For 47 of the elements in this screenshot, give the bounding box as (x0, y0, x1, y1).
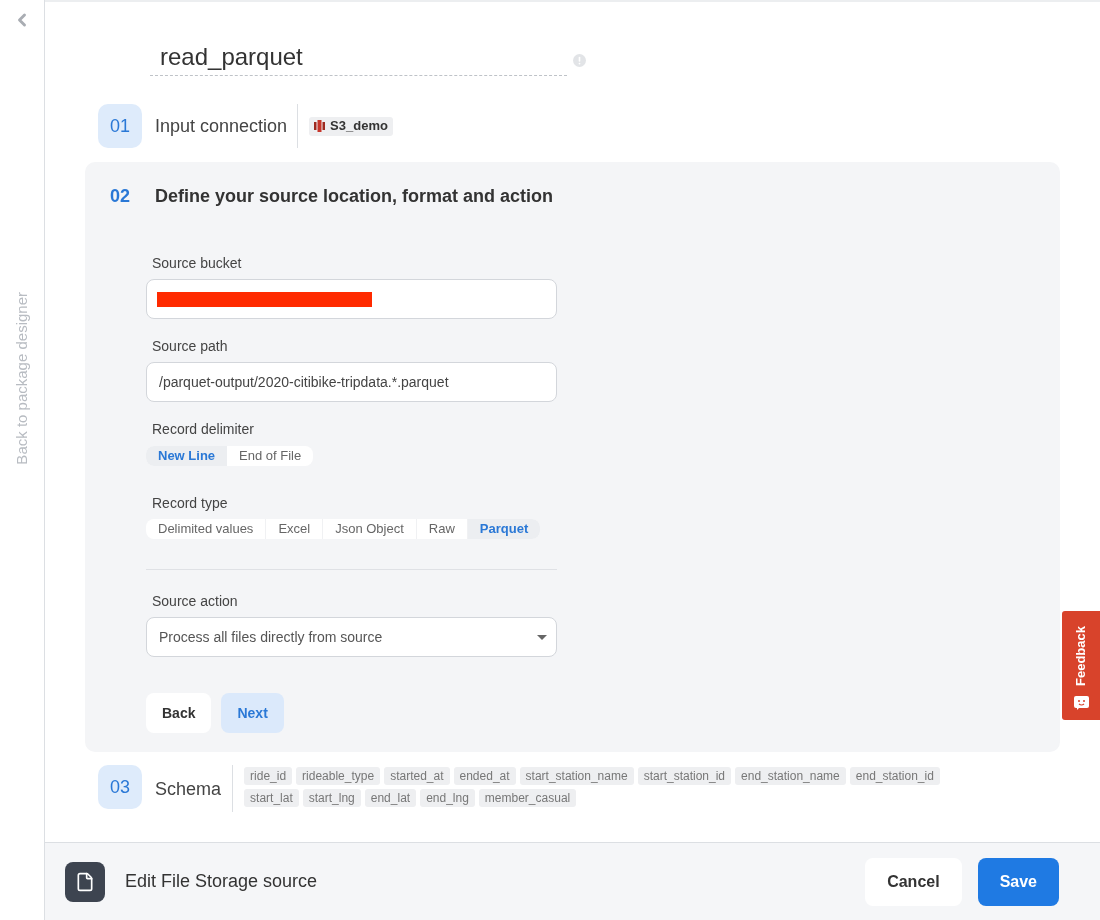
schema-field: ride_id (244, 767, 293, 785)
select-field[interactable]: Process all files directly from source (146, 617, 557, 657)
schema-field: start_station_id (637, 767, 732, 785)
exclamation-icon (573, 54, 586, 67)
schema-field: end_lng (420, 789, 475, 807)
schema-field: started_at (384, 767, 450, 785)
input-field[interactable] (146, 279, 557, 319)
schema-field: rideable_type (296, 767, 381, 785)
segment-option[interactable]: Parquet (466, 519, 541, 539)
step-button[interactable]: Next (221, 693, 284, 733)
caret-icon (537, 634, 547, 640)
schema-field: end_station_name (735, 767, 846, 785)
storage-icon (314, 120, 326, 132)
segment-option[interactable]: Delimited values (146, 519, 266, 539)
title-field[interactable]: read_parquet (150, 40, 567, 76)
schema-field: start_lat (244, 789, 299, 807)
segment-option[interactable]: New Line (146, 446, 228, 466)
footer-title: Edit File Storage source (125, 870, 318, 893)
step-number: 02 (109, 184, 131, 208)
footer-button[interactable]: Save (977, 857, 1059, 906)
feedback-tab[interactable]: Feedback (1062, 611, 1100, 720)
field-label: Source action (151, 592, 238, 611)
segment-option[interactable]: Excel (265, 519, 323, 539)
schema-field: start_station_name (519, 767, 634, 785)
segment-option[interactable]: End of File (227, 446, 314, 466)
field-label: Source bucket (151, 254, 242, 273)
field-label: Record delimiter (151, 420, 254, 439)
schema-field: ended_at (453, 767, 516, 785)
schema-field: end_station_id (849, 767, 940, 785)
step-button[interactable]: Back (146, 693, 212, 733)
schema-field: end_lat (364, 789, 417, 807)
input-field[interactable]: /parquet-output/2020-citibike-tripdata.*.parquet (146, 362, 557, 402)
file-icon (65, 861, 105, 902)
schema-field: start_lng (302, 789, 361, 807)
segment-option[interactable]: Json Object (322, 519, 416, 539)
footer-button[interactable]: Cancel (865, 857, 962, 906)
step-number: 01 (98, 104, 142, 148)
step-title: Define your source location, format and action (155, 184, 554, 208)
connection-name: S3_demo (330, 117, 388, 136)
field-label: Record type (151, 494, 228, 513)
field-label: Source path (151, 337, 228, 356)
segment-option[interactable]: Raw (415, 519, 467, 539)
schema-field: member_casual (478, 789, 577, 807)
smiley-icon (1073, 696, 1089, 710)
step-number: 03 (98, 765, 142, 809)
step-title: Schema (155, 778, 222, 801)
step-title: Input connection (155, 114, 288, 138)
